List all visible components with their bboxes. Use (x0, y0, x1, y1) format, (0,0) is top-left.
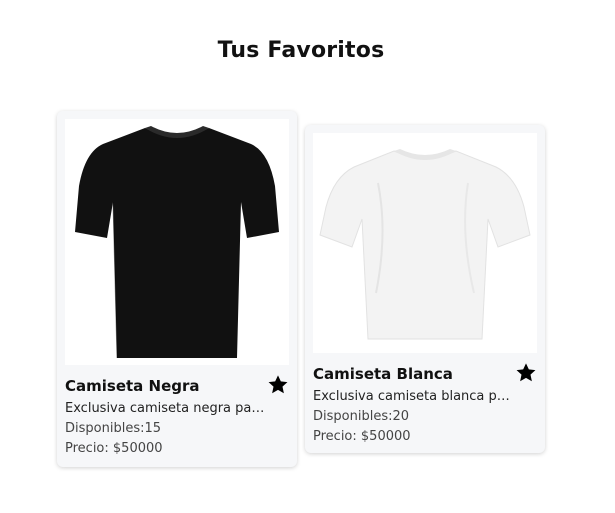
product-description: Exclusiva camiseta negra para todos los … (65, 401, 269, 416)
star-icon[interactable] (267, 374, 289, 396)
product-info: Camiseta Negra Exclusiva camiseta negra … (65, 373, 289, 459)
page-title: Tus Favoritos (217, 38, 385, 63)
product-card-camiseta-negra[interactable]: Camiseta Negra Exclusiva camiseta negra … (57, 111, 297, 467)
product-stock: Disponibles:15 (65, 421, 162, 436)
product-name: Camiseta Blanca (313, 365, 453, 383)
product-card-camiseta-blanca[interactable]: Camiseta Blanca Exclusiva camiseta blanc… (305, 125, 545, 453)
product-image[interactable] (65, 119, 289, 365)
product-info: Camiseta Blanca Exclusiva camiseta blanc… (313, 361, 537, 447)
favorites-page: Tus Favoritos Camiseta Negra Exclusiva c… (0, 0, 615, 513)
product-description: Exclusiva camiseta blanca para todos los… (313, 389, 517, 404)
product-image[interactable] (313, 133, 537, 353)
product-stock: Disponibles:20 (313, 409, 410, 424)
black-tshirt-image (75, 126, 279, 359)
white-tshirt-image (319, 149, 531, 340)
star-icon[interactable] (515, 362, 537, 384)
product-price: Precio: $50000 (313, 429, 411, 444)
product-name: Camiseta Negra (65, 377, 200, 395)
product-price: Precio: $50000 (65, 441, 163, 456)
